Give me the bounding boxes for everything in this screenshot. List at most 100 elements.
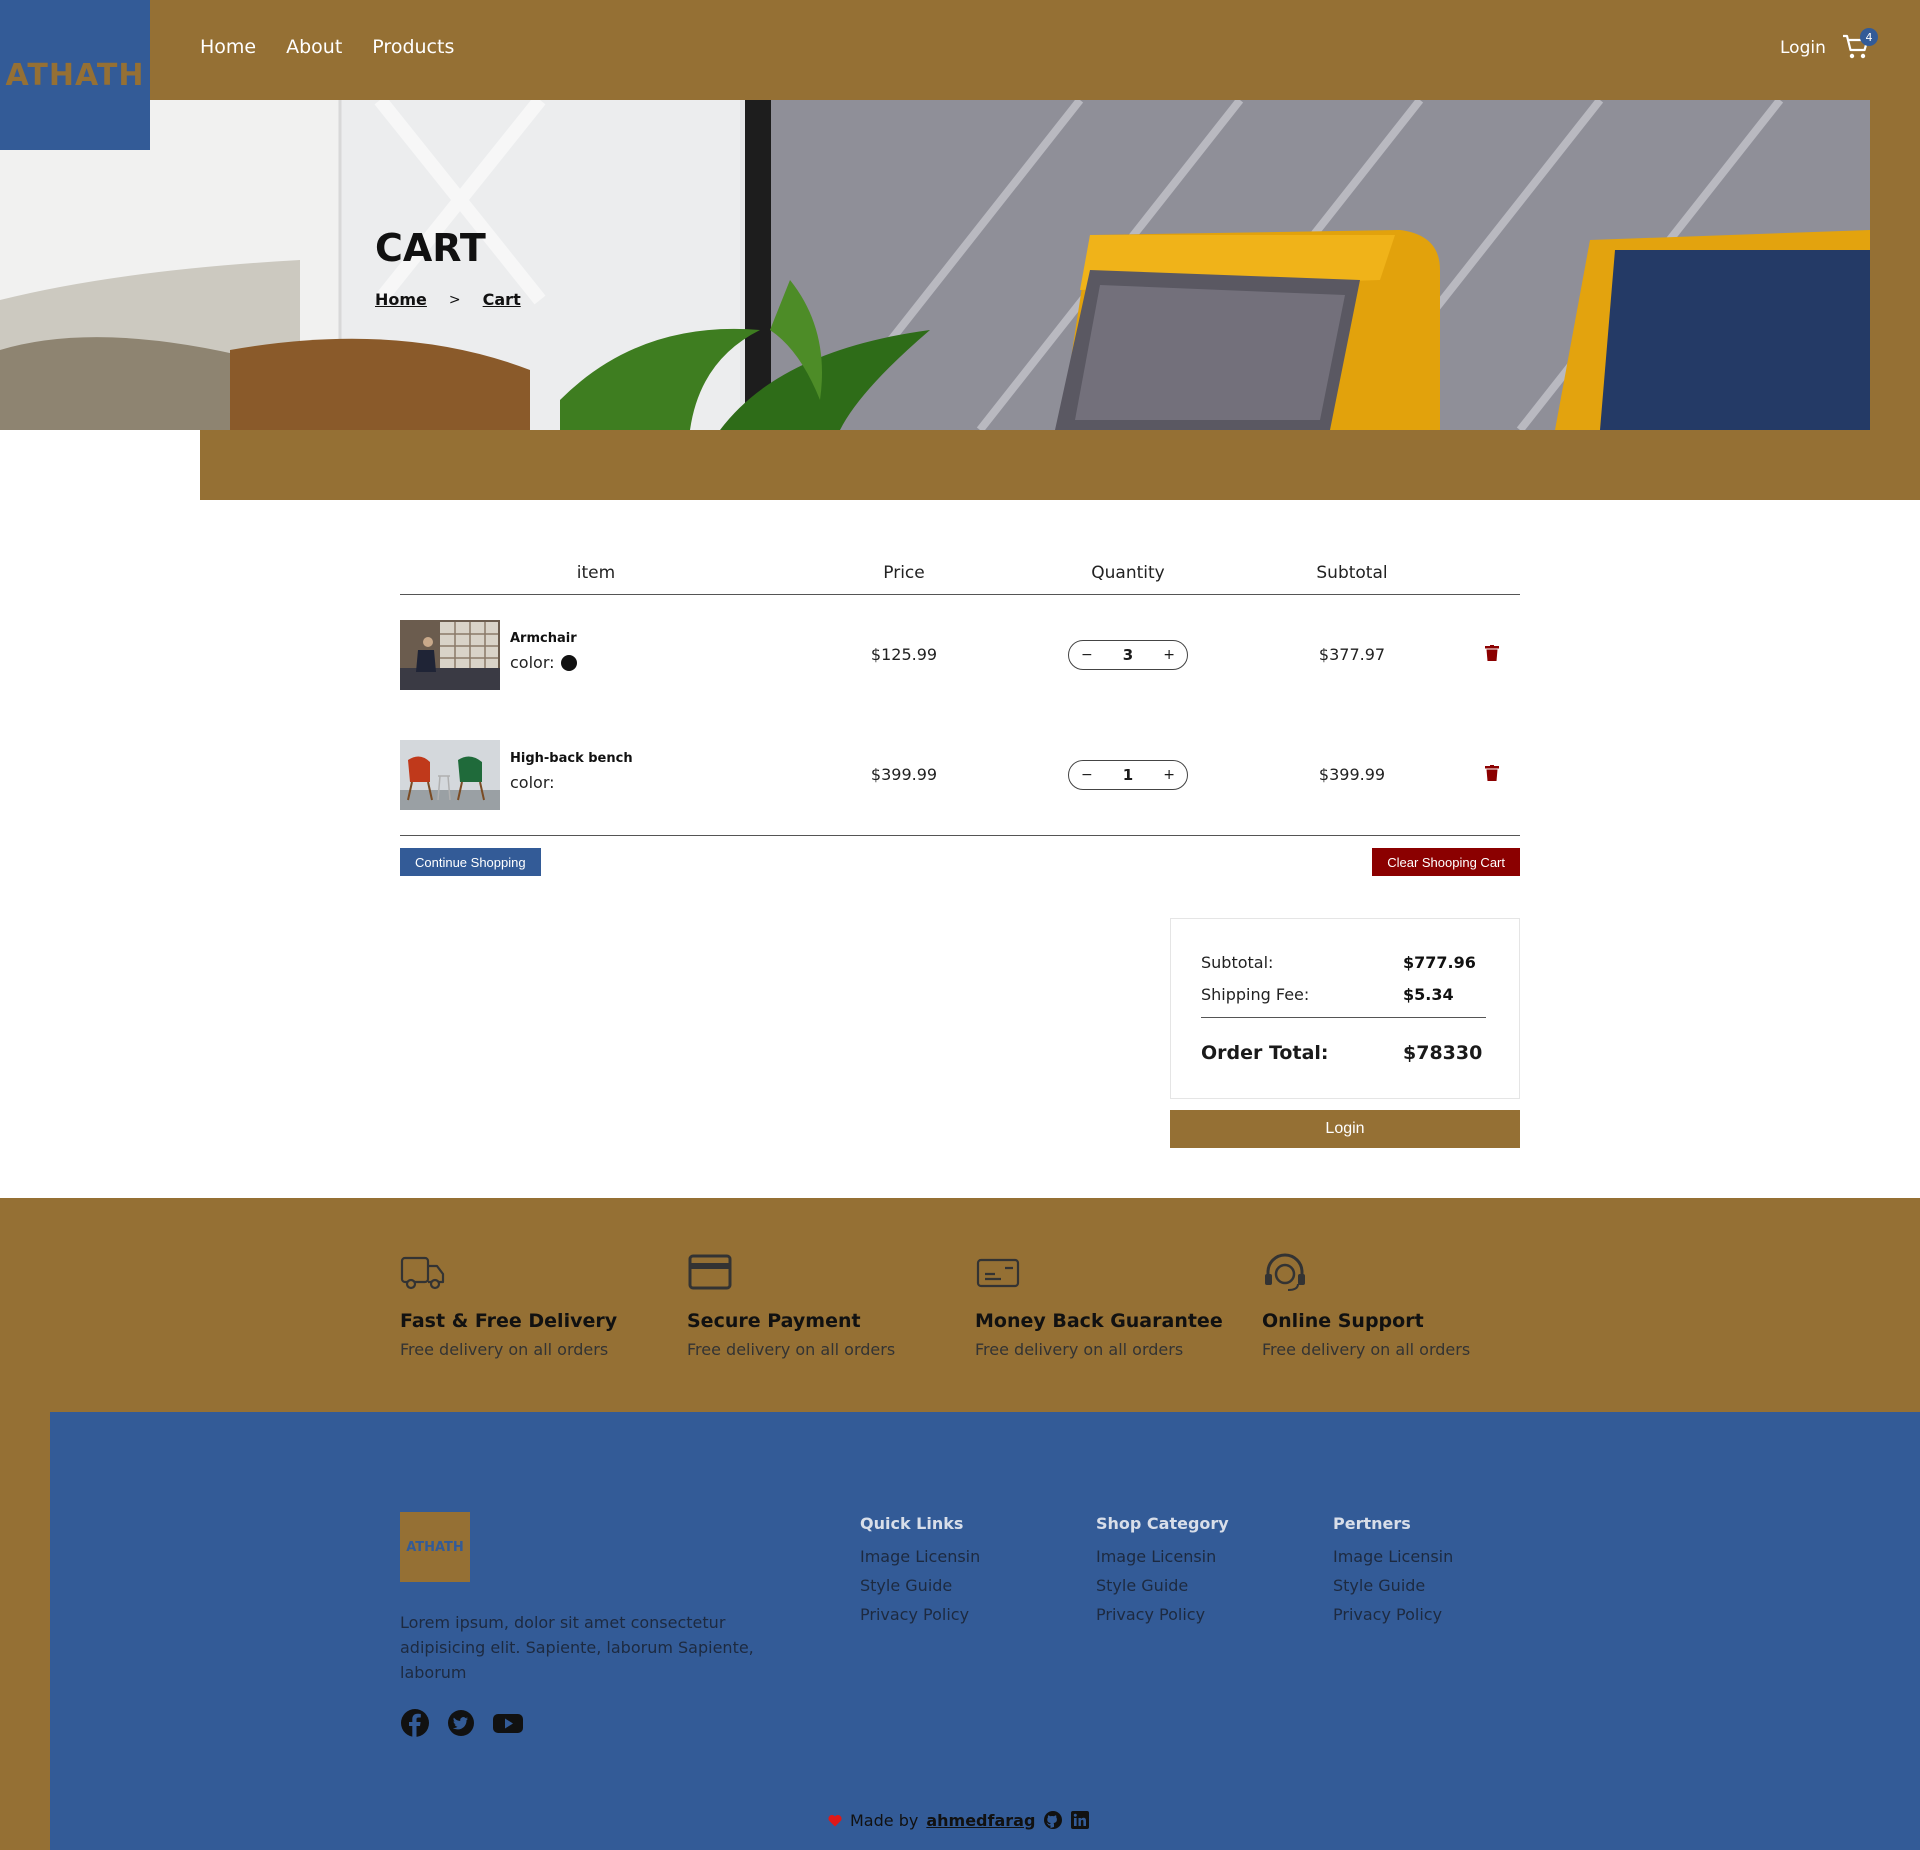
cart-table: item Price Quantity Subtotal Armchair co… <box>400 555 1520 886</box>
site-logo[interactable]: ATHATH <box>0 0 150 150</box>
service-card: Secure Payment Free delivery on all orde… <box>687 1252 967 1359</box>
footer-logo-text: ATHATH <box>406 1539 464 1555</box>
credit-card-icon <box>688 1254 732 1290</box>
order-total-label: Order Total: <box>1201 1042 1329 1064</box>
footer-shop-category: Shop Category Image Licensin Style Guide… <box>1096 1514 1229 1634</box>
hero-banner <box>0 100 1870 430</box>
column-header-subtotal: Subtotal <box>1316 563 1388 583</box>
github-icon[interactable] <box>1043 1810 1063 1830</box>
decrease-quantity-button[interactable]: − <box>1081 647 1093 663</box>
armchair-product-image[interactable] <box>400 620 500 690</box>
footer-about-text: Lorem ipsum, dolor sit amet consectetur … <box>400 1613 754 1682</box>
footer-link[interactable]: Style Guide <box>1096 1576 1229 1595</box>
footer-link[interactable]: Privacy Policy <box>860 1605 980 1624</box>
headset-icon <box>1265 1253 1305 1291</box>
service-title: Fast & Free Delivery <box>400 1310 618 1332</box>
cart-count-badge: 4 <box>1860 28 1878 46</box>
breadcrumb-cart-link[interactable]: Cart <box>483 290 521 309</box>
order-total-value: $78330 <box>1403 1042 1483 1064</box>
site-footer <box>50 1412 1920 1850</box>
quantity-value: 1 <box>1122 766 1134 784</box>
service-card: Fast & Free Delivery Free delivery on al… <box>400 1252 680 1359</box>
cart-row: Armchair color: $125.99 − 3 + $377.97 <box>400 595 1520 715</box>
color-swatch <box>560 654 577 671</box>
breadcrumb: Home > Cart <box>375 290 521 309</box>
facebook-icon[interactable] <box>400 1708 430 1738</box>
site-header: Home About Products Login 4 <box>0 0 1920 100</box>
logo-text: ATHATH <box>5 57 145 93</box>
footer-partners: Pertners Image Licensin Style Guide Priv… <box>1333 1514 1453 1634</box>
decrease-quantity-button[interactable]: − <box>1081 767 1093 783</box>
high-back-bench-product-image[interactable] <box>400 740 500 810</box>
item-name: Armchair <box>510 631 577 646</box>
quantity-stepper: − 3 + <box>1068 640 1188 670</box>
header-login-link[interactable]: Login <box>1780 38 1826 58</box>
item-price: $399.99 <box>870 765 938 784</box>
item-color-label: color: <box>510 773 555 792</box>
footer-column-title: Shop Category <box>1096 1514 1229 1533</box>
delete-item-trash-icon[interactable] <box>1485 645 1499 661</box>
item-subtotal: $399.99 <box>1318 765 1386 784</box>
main-nav: Home About Products <box>200 36 454 58</box>
nav-about-link[interactable]: About <box>286 36 342 58</box>
column-header-quantity: Quantity <box>1091 563 1165 583</box>
footer-link[interactable]: Image Licensin <box>1096 1547 1229 1566</box>
author-link[interactable]: ahmedfarag <box>926 1811 1035 1830</box>
increase-quantity-button[interactable]: + <box>1163 647 1175 663</box>
heart-icon <box>828 1814 842 1826</box>
breadcrumb-separator-icon: > <box>448 291 461 308</box>
nav-products-link[interactable]: Products <box>372 36 454 58</box>
service-title: Secure Payment <box>687 1310 861 1332</box>
youtube-icon[interactable] <box>492 1708 524 1738</box>
clear-cart-button[interactable]: Clear Shooping Cart <box>1372 848 1520 876</box>
footer-link[interactable]: Style Guide <box>1333 1576 1453 1595</box>
service-description: Free delivery on all orders <box>400 1340 609 1359</box>
item-subtotal: $377.97 <box>1318 645 1386 664</box>
nav-home-link[interactable]: Home <box>200 36 256 58</box>
footer-link[interactable]: Image Licensin <box>1333 1547 1453 1566</box>
order-summary: Subtotal: $777.96 Shipping Fee: $5.34 Or… <box>1170 918 1520 1099</box>
footer-link[interactable]: Privacy Policy <box>1333 1605 1453 1624</box>
money-back-icon <box>976 1258 1020 1288</box>
page-title: CART <box>375 226 486 270</box>
continue-shopping-button[interactable]: Continue Shopping <box>400 848 541 876</box>
hero-image <box>0 100 1870 430</box>
column-header-item: item <box>576 563 616 583</box>
quantity-value: 3 <box>1122 646 1134 664</box>
column-header-price: Price <box>883 563 925 583</box>
service-description: Free delivery on all orders <box>975 1340 1184 1359</box>
truck-icon <box>400 1256 445 1290</box>
footer-quick-links: Quick Links Image Licensin Style Guide P… <box>860 1514 980 1634</box>
shipping-fee-value: $5.34 <box>1403 985 1454 1004</box>
made-by-text: Made by <box>850 1810 919 1830</box>
increase-quantity-button[interactable]: + <box>1163 767 1175 783</box>
social-links <box>400 1708 524 1738</box>
footer-link[interactable]: Style Guide <box>860 1576 980 1595</box>
service-title: Money Back Guarantee <box>975 1310 1223 1332</box>
cart-table-header: item Price Quantity Subtotal <box>400 555 1520 595</box>
subtotal-value: $777.96 <box>1403 953 1476 972</box>
footer-link[interactable]: Image Licensin <box>860 1547 980 1566</box>
service-title: Online Support <box>1262 1310 1424 1332</box>
cart-actions: Continue Shopping Clear Shooping Cart <box>400 836 1520 886</box>
twitter-icon[interactable] <box>446 1708 476 1738</box>
footer-link[interactable]: Privacy Policy <box>1096 1605 1229 1624</box>
cart-row: High-back bench color: $399.99 − 1 + $39… <box>400 715 1520 835</box>
summary-divider <box>1201 1017 1486 1018</box>
footer-column-title: Quick Links <box>860 1514 964 1533</box>
item-color: color: <box>510 653 577 672</box>
service-card: Online Support Free delivery on all orde… <box>1262 1252 1542 1359</box>
breadcrumb-home-link[interactable]: Home <box>375 290 427 309</box>
footer-column-title: Pertners <box>1333 1514 1411 1533</box>
item-name: High-back bench <box>510 751 633 766</box>
footer-logo[interactable]: ATHATH <box>400 1512 470 1582</box>
linkedin-icon[interactable] <box>1071 1811 1090 1829</box>
made-by-credit: Made by ahmedfarag <box>828 1810 1090 1830</box>
item-color: color: <box>510 773 555 792</box>
checkout-login-button[interactable]: Login <box>1170 1110 1520 1148</box>
service-description: Free delivery on all orders <box>687 1340 896 1359</box>
shipping-fee-label: Shipping Fee: <box>1201 985 1310 1004</box>
service-description: Free delivery on all orders <box>1262 1340 1471 1359</box>
subtotal-label: Subtotal: <box>1201 953 1274 972</box>
delete-item-trash-icon[interactable] <box>1485 765 1499 781</box>
